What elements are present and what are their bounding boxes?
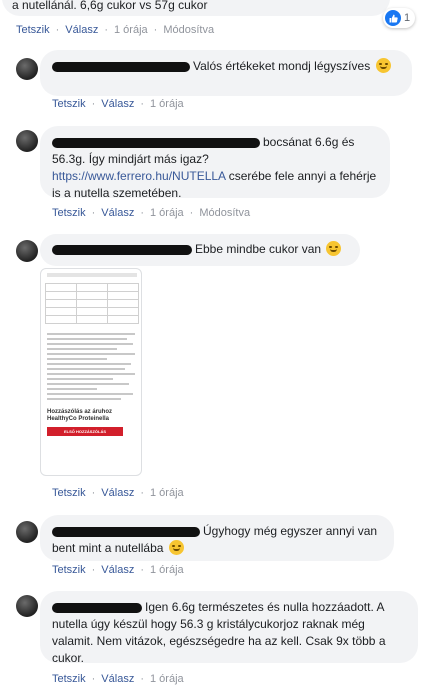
avatar[interactable]: [16, 130, 38, 152]
comment-bubble: Valós értékeket mondj légyszíves: [40, 50, 412, 96]
reaction-summary[interactable]: 1: [383, 8, 416, 28]
reaction-count: 1: [404, 12, 411, 24]
author-name-redacted[interactable]: [52, 137, 260, 148]
avatar[interactable]: [16, 595, 38, 617]
reply-link[interactable]: Válasz: [101, 98, 134, 110]
like-link[interactable]: Tetszik: [16, 24, 50, 36]
comment-bubble: Ebbe mindbe cukor van: [40, 234, 360, 266]
edited-label[interactable]: Módosítva: [163, 24, 214, 36]
smile-icon: [375, 58, 391, 73]
ferrero-link[interactable]: https://www.ferrero.hu/NUTELLA: [52, 169, 225, 183]
reply-link[interactable]: Válasz: [101, 207, 134, 219]
author-name-redacted[interactable]: [52, 602, 142, 613]
comment-actions: Tetszik · Válasz · 1 órája: [52, 564, 184, 576]
photo-red-button: ELSŐ HOZZÁSZÓLÁS MEGJELENTETÉS: [47, 427, 123, 443]
comment-actions: Tetszik · Válasz · 1 órája: [52, 673, 184, 685]
nutrition-table: [45, 283, 139, 324]
timestamp[interactable]: 1 órája: [150, 207, 184, 219]
timestamp[interactable]: 1 órája: [150, 487, 184, 499]
comment-bubble: bocsánat 6.6g és 56.3g. Így mindjárt más…: [40, 126, 390, 200]
timestamp[interactable]: 1 órája: [114, 24, 148, 36]
photo-header: [47, 273, 137, 277]
edited-label[interactable]: Módosítva: [199, 207, 250, 219]
like-link[interactable]: Tetszik: [52, 98, 86, 110]
ingredients-text: [47, 333, 137, 403]
attached-photo[interactable]: Hozzászólás az áruhoz HealthyCo Proteine…: [40, 268, 142, 476]
avatar[interactable]: [16, 521, 38, 543]
author-name-redacted[interactable]: [52, 244, 192, 255]
like-link[interactable]: Tetszik: [52, 487, 86, 499]
comment-actions: Tetszik · Válasz · 1 órája · Módosítva: [16, 24, 215, 36]
like-link[interactable]: Tetszik: [52, 564, 86, 576]
avatar[interactable]: [16, 240, 38, 262]
comment-actions: Tetszik · Válasz · 1 órája: [52, 98, 184, 110]
timestamp[interactable]: 1 órája: [150, 98, 184, 110]
smile-icon: [168, 540, 184, 555]
author-name-redacted[interactable]: [52, 526, 200, 537]
photo-product-title: Hozzászólás az áruhoz HealthyCo Proteine…: [47, 409, 113, 422]
reply-link[interactable]: Válasz: [101, 673, 134, 685]
timestamp[interactable]: 1 órája: [150, 673, 184, 685]
comment-actions: Tetszik · Válasz · 1 órája · Módosítva: [52, 207, 251, 219]
reply-link[interactable]: Válasz: [65, 24, 98, 36]
timestamp[interactable]: 1 órája: [150, 564, 184, 576]
avatar[interactable]: [16, 58, 38, 80]
reply-link[interactable]: Válasz: [101, 564, 134, 576]
like-link[interactable]: Tetszik: [52, 673, 86, 685]
reply-link[interactable]: Válasz: [101, 487, 134, 499]
comment-text: a nutellánál. 6,6g cukor vs 57g cukor: [12, 0, 208, 12]
comment-bubble: Úgyhogy még egyszer annyi van bent mint …: [40, 515, 394, 561]
like-link[interactable]: Tetszik: [52, 207, 86, 219]
author-name-redacted[interactable]: [52, 61, 190, 72]
comment-bubble: Igen 6.6g természetes és nulla hozzáadot…: [40, 591, 418, 665]
comment-actions: Tetszik · Válasz · 1 órája: [52, 487, 184, 499]
comment-text: Ebbe mindbe cukor van: [195, 242, 322, 256]
like-icon: [385, 10, 401, 26]
comment-text: Valós értékeket mondj légyszíves: [193, 59, 371, 73]
smile-icon: [326, 241, 342, 256]
